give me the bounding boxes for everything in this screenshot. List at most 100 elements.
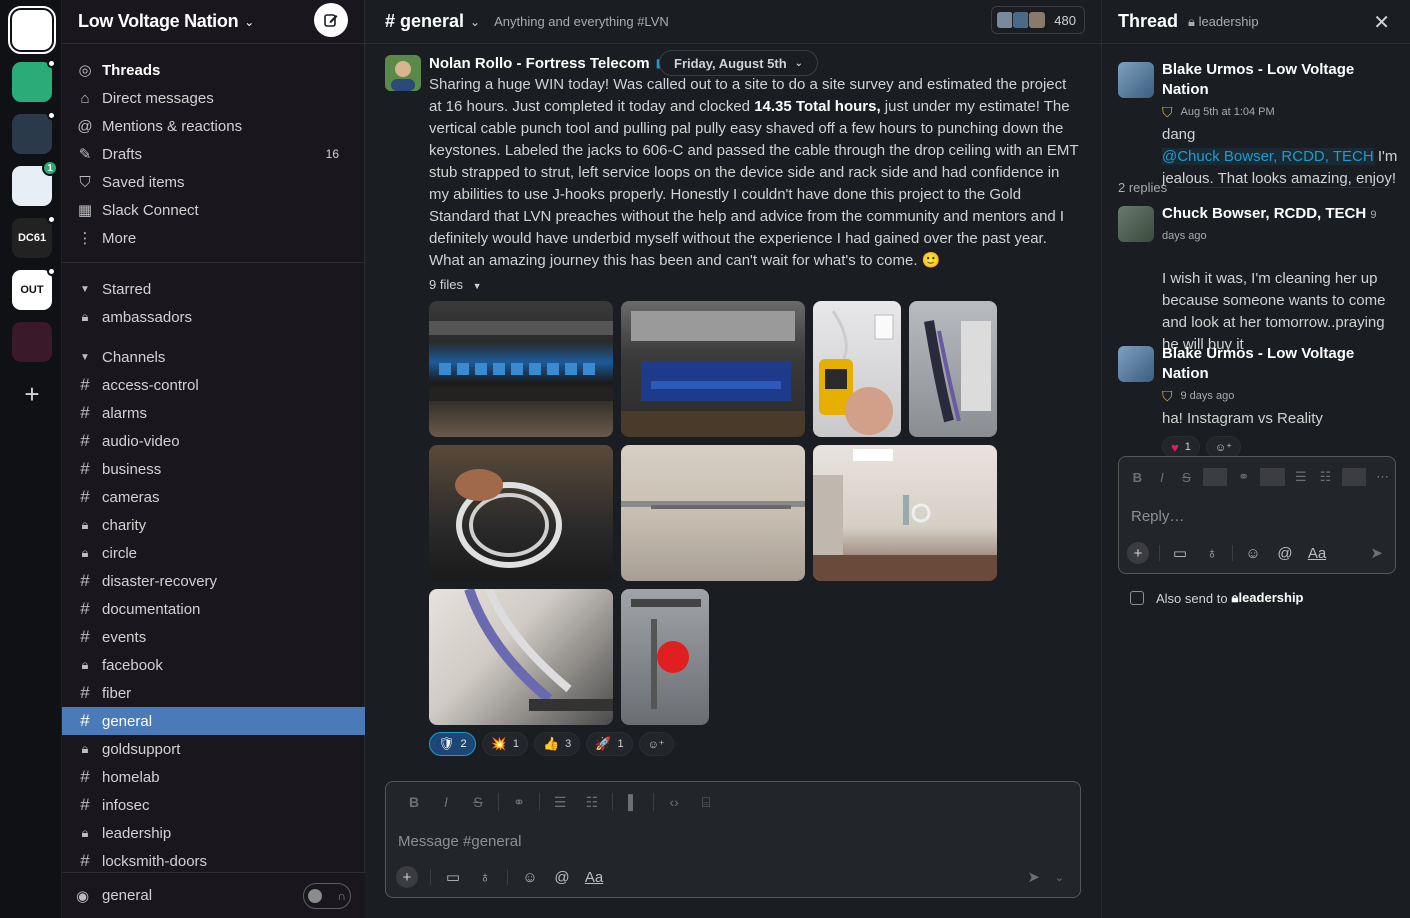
image-attachment[interactable] — [621, 301, 805, 437]
message-author[interactable]: Nolan Rollo - Fortress Telecom — [429, 55, 650, 72]
italic-icon[interactable]: I — [1150, 470, 1175, 485]
sidebar-item-documentation[interactable]: # documentation — [62, 595, 365, 623]
sidebar-item-locksmith-doors[interactable]: # locksmith-doors — [62, 847, 365, 875]
avatar[interactable] — [1118, 206, 1154, 242]
message-author[interactable]: Blake Urmos - Low Voltage Nation — [1162, 60, 1398, 100]
image-attachment[interactable] — [621, 445, 805, 581]
send-icon[interactable]: ➤ — [1370, 544, 1383, 562]
sidebar-item-slack-connect[interactable]: ▦ Slack Connect — [62, 196, 365, 224]
chevron-down-icon[interactable]: ⌄ — [1055, 871, 1064, 884]
reaction[interactable]: 🛡 2 — [429, 732, 476, 756]
huddle-toggle[interactable]: ∩ — [303, 883, 351, 909]
close-icon[interactable]: ✕ — [1373, 10, 1390, 35]
avatar[interactable] — [1118, 62, 1154, 98]
sidebar-item-ambassadors[interactable]: 🔒︎ ambassadors — [62, 303, 365, 331]
bold-icon[interactable]: B — [1125, 470, 1150, 485]
emoji-icon[interactable]: ☺ — [514, 869, 546, 886]
strikethrough-icon[interactable]: S — [1174, 470, 1199, 485]
workspace-header[interactable]: Low Voltage Nation ⌄ — [62, 0, 364, 44]
video-icon[interactable]: ▭ — [1164, 544, 1196, 562]
sidebar-item-disaster-recovery[interactable]: # disaster-recovery — [62, 567, 365, 595]
sidebar-item-cameras[interactable]: # cameras — [62, 483, 365, 511]
image-attachment[interactable] — [813, 445, 997, 581]
code-icon[interactable]: ‹› — [658, 794, 690, 810]
sidebar-item-goldsupport[interactable]: 🔒︎ goldsupport — [62, 735, 365, 763]
mention-icon[interactable]: @ — [1269, 545, 1301, 562]
also-send-option[interactable]: Also send to 🔒︎leadership — [1130, 590, 1304, 606]
microphone-icon[interactable]: ♁ — [469, 869, 501, 886]
send-icon[interactable]: ➤ — [1027, 868, 1040, 886]
sidebar-item-business[interactable]: # business — [62, 455, 365, 483]
image-attachment[interactable] — [813, 301, 901, 437]
formatting-icon[interactable]: Aa — [1301, 545, 1333, 562]
sidebar-item-fiber[interactable]: # fiber — [62, 679, 365, 707]
sidebar-item-alarms[interactable]: # alarms — [62, 399, 365, 427]
blockquote-icon[interactable]: ▌ — [617, 794, 649, 810]
reply-input[interactable]: Reply… — [1119, 501, 1395, 531]
workspace-workspace-dark[interactable] — [12, 322, 52, 362]
sidebar-item-general[interactable]: # general — [62, 707, 365, 735]
workspace-workspace-dc61[interactable]: DC61 — [12, 215, 56, 258]
bullet-list-icon[interactable]: ☷ — [576, 794, 608, 811]
emoji-icon[interactable]: ☺ — [1237, 545, 1269, 562]
message-input[interactable]: Message #general — [386, 826, 1080, 856]
message-author[interactable]: Blake Urmos - Low Voltage Nation — [1162, 344, 1398, 384]
date-divider[interactable]: Friday, August 5th ⌄ — [659, 50, 819, 76]
sidebar-item-events[interactable]: # events — [62, 623, 365, 651]
thread-channel[interactable]: 🔒︎ leadership — [1188, 14, 1259, 30]
mention-icon[interactable]: @ — [546, 869, 578, 886]
message-composer[interactable]: B I S ⚭ ☰ ☷ ▌ ‹› ⌸ Message #general + ▭ … — [385, 781, 1081, 898]
author-name[interactable]: Chuck Bowser, RCDD, TECH — [1162, 205, 1366, 222]
bullet-list-icon[interactable]: ☷ — [1313, 469, 1338, 485]
more-icon[interactable]: ⋯ — [1370, 469, 1395, 485]
workspace-workspace-circle[interactable]: 1 — [12, 160, 58, 206]
user-mention[interactable]: @Chuck Bowser, RCDD, TECH — [1162, 148, 1374, 165]
message-timestamp[interactable]: 9 days ago — [1181, 384, 1235, 408]
image-attachment[interactable] — [429, 301, 613, 437]
section-starred[interactable]: ▼ Starred — [62, 275, 365, 303]
workspace-workspace-space[interactable] — [12, 111, 56, 154]
sidebar-item-more[interactable]: ⋮ More — [62, 224, 365, 252]
image-attachment[interactable] — [909, 301, 997, 437]
video-icon[interactable]: ▭ — [437, 868, 469, 886]
image-attachment[interactable] — [429, 445, 613, 581]
sidebar-item-circle[interactable]: 🔒︎ circle — [62, 539, 365, 567]
sidebar-item-charity[interactable]: 🔒︎ charity — [62, 511, 365, 539]
section-channels[interactable]: ▼ Channels — [62, 343, 365, 371]
italic-icon[interactable]: I — [430, 794, 462, 810]
reaction[interactable]: 💥 1 — [481, 732, 528, 756]
workspace-workspace-green[interactable] — [12, 59, 56, 102]
sidebar-item-homelab[interactable]: # homelab — [62, 763, 365, 791]
microphone-icon[interactable]: ♁ — [1196, 545, 1228, 562]
ordered-list-icon[interactable]: ☰ — [544, 794, 576, 811]
sidebar-item-saved-items[interactable]: ⛉ Saved items — [62, 168, 365, 196]
compose-button[interactable] — [314, 3, 348, 37]
workspace-workspace-out-in-tech[interactable]: OUT — [12, 267, 56, 310]
plus-icon[interactable]: + — [1127, 542, 1149, 564]
reaction[interactable]: 👍 3 — [533, 732, 581, 756]
add-workspace-button[interactable]: + — [12, 376, 52, 412]
avatar[interactable] — [385, 55, 421, 91]
workspace-name[interactable]: Low Voltage Nation — [78, 11, 239, 32]
member-list-button[interactable]: 480 — [991, 6, 1085, 34]
chevron-down-icon[interactable]: ⌄ — [244, 15, 254, 29]
ordered-list-icon[interactable]: ☰ — [1289, 469, 1314, 485]
add-reaction-button[interactable]: ☺⁺ — [638, 732, 674, 756]
sidebar-item-access-control[interactable]: # access-control — [62, 371, 365, 399]
bold-icon[interactable]: B — [398, 794, 430, 810]
sidebar-item-drafts[interactable]: ✎ Drafts 16 — [62, 140, 365, 168]
sidebar-item-threads[interactable]: ◎ Threads — [62, 56, 365, 84]
avatar[interactable] — [1118, 346, 1154, 382]
channel-topic[interactable]: Anything and everything #LVN — [494, 14, 669, 29]
plus-icon[interactable]: + — [396, 866, 418, 888]
sidebar-item-facebook[interactable]: 🔒︎ facebook — [62, 651, 365, 679]
code-block-icon[interactable]: ⌸ — [690, 794, 722, 811]
reply-composer[interactable]: B I S ⚭ ☰ ☷ ⋯ Reply… + ▭ ♁ ☺ @ Aa ➤ — [1118, 456, 1396, 574]
sidebar-item-leadership[interactable]: 🔒︎ leadership — [62, 819, 365, 847]
also-send-checkbox[interactable] — [1130, 591, 1144, 605]
link-icon[interactable]: ⚭ — [1231, 469, 1256, 485]
reaction[interactable]: ♥ 1 — [1162, 436, 1200, 458]
link-icon[interactable]: ⚭ — [503, 794, 535, 811]
sidebar-item-direct-messages[interactable]: ⌂ Direct messages — [62, 84, 365, 112]
chevron-down-icon[interactable]: ⌄ — [470, 15, 480, 29]
